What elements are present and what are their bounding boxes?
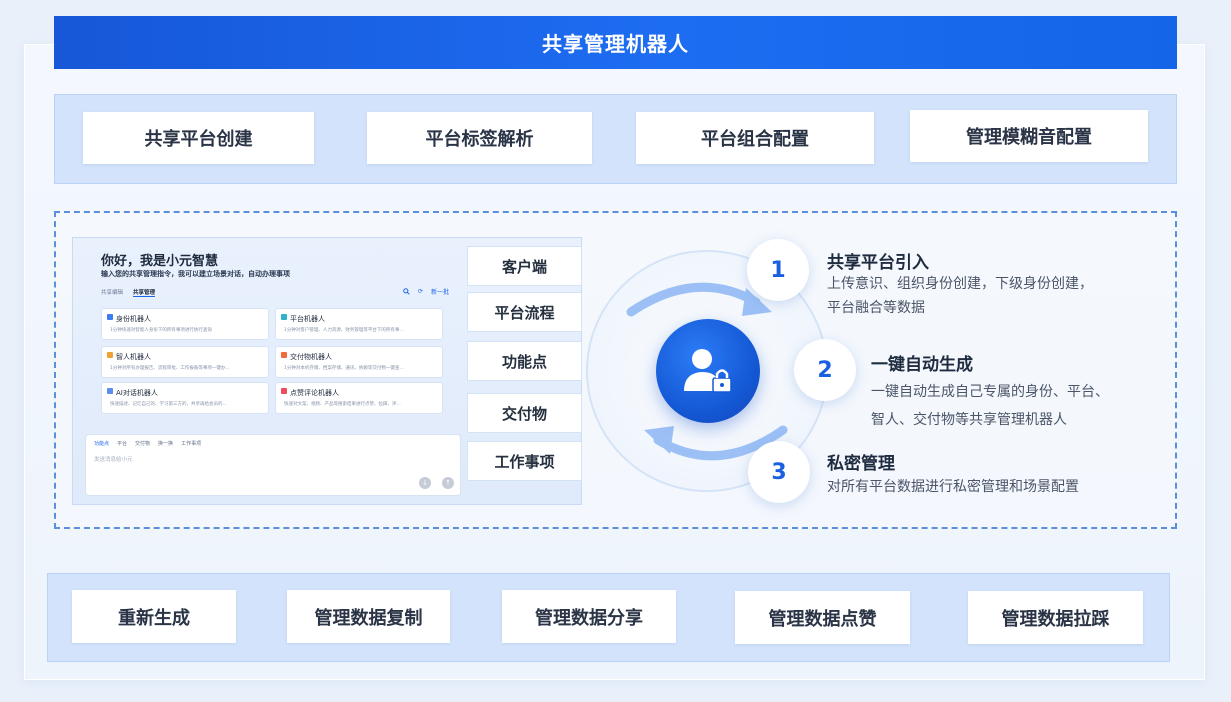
mockup-card-title: 身份机器人 bbox=[116, 315, 151, 323]
step-3-title: 私密管理 bbox=[827, 454, 895, 474]
mockup-tabs: 共享编辑 共享管理 bbox=[101, 288, 156, 297]
attach-icon[interactable]: ↓ bbox=[419, 477, 431, 489]
toolbar-feature[interactable]: 功能点 bbox=[94, 440, 109, 447]
step-1-desc-line-1: 上传意识、组织身份创建，下级身份创建， bbox=[827, 276, 1093, 292]
mockup-card-2[interactable]: 平台机器人 1分钟对客户管理、人力资源、财务管理等平台下的所有事... bbox=[275, 308, 443, 340]
mockup-card-desc: 1分钟对本机存储、档案存储、通讯、依赖等交付物一键查... bbox=[284, 366, 404, 371]
mockup-card-4[interactable]: 交付物机器人 1分钟对本机存储、档案存储、通讯、依赖等交付物一键查... bbox=[275, 346, 443, 378]
mockup-card-desc: 1分钟快速对智能人身份下的所有事项进行执行查询 bbox=[110, 328, 212, 333]
bottom-feature-3: 管理数据分享 bbox=[502, 590, 676, 643]
mockup-tab-edit[interactable]: 共享编辑 bbox=[101, 288, 123, 297]
platform-icon bbox=[281, 314, 287, 320]
mockup-card-5[interactable]: AI对话机器人 快速描述、记忆自己的、学习第三方的，共享再给会员的... bbox=[101, 382, 269, 414]
search-icon[interactable] bbox=[403, 288, 410, 295]
step-2-desc: 一键自动生成自己专属的身份、平台、 智人、交付物等共享管理机器人 bbox=[871, 378, 1109, 434]
mockup-card-title: 点赞评论机器人 bbox=[290, 389, 339, 397]
step-1-desc-line-2: 平台融合等数据 bbox=[827, 300, 925, 316]
side-tab-deliverable[interactable]: 交付物 bbox=[467, 393, 582, 433]
mockup-subtitle: 输入您的共享管理指令，我可以建立场景对话，自动办理事项 bbox=[101, 270, 290, 278]
mockup-card-title: 交付物机器人 bbox=[290, 353, 332, 361]
center-user-lock bbox=[656, 319, 760, 423]
deliverable-icon bbox=[281, 352, 287, 358]
mockup-right-actions: ⟳ 新一批 bbox=[403, 287, 449, 296]
mockup-input-panel[interactable]: 功能点 平台 交付物 换一换 工作事项 发送消息给小元 ↓ ↑ bbox=[85, 434, 461, 496]
mockup-refresh-label[interactable]: 新一批 bbox=[431, 287, 449, 296]
arrow-bottom-head bbox=[644, 426, 674, 454]
step-3-desc: 对所有平台数据进行私密管理和场景配置 bbox=[827, 475, 1079, 499]
step-3-desc-line-1: 对所有平台数据进行私密管理和场景配置 bbox=[827, 479, 1079, 495]
step-2-title: 一键自动生成 bbox=[871, 355, 973, 375]
like-comment-icon bbox=[281, 388, 287, 394]
bottom-feature-4: 管理数据点赞 bbox=[735, 591, 910, 644]
top-feature-3: 平台组合配置 bbox=[636, 112, 874, 164]
bottom-feature-2: 管理数据复制 bbox=[287, 590, 450, 643]
smart-person-icon bbox=[107, 352, 113, 358]
mockup-card-desc: 快速对文案、视频、产品等搜索结果进行点赞、拉踩、评... bbox=[284, 402, 401, 407]
user-lock-icon bbox=[684, 349, 732, 393]
side-tab-feature[interactable]: 功能点 bbox=[467, 341, 582, 381]
mockup-card-title: 智人机器人 bbox=[116, 353, 151, 361]
mockup-card-6[interactable]: 点赞评论机器人 快速对文案、视频、产品等搜索结果进行点赞、拉踩、评... bbox=[275, 382, 443, 414]
bottom-feature-5: 管理数据拉踩 bbox=[968, 591, 1143, 644]
side-tab-platform-flow[interactable]: 平台流程 bbox=[467, 292, 582, 332]
ai-chat-icon bbox=[107, 388, 113, 394]
mockup-card-title: 平台机器人 bbox=[290, 315, 325, 323]
step-2-number: 2 bbox=[794, 339, 856, 401]
step-1-desc: 上传意识、组织身份创建，下级身份创建， 平台融合等数据 bbox=[827, 272, 1093, 320]
toolbar-refresh[interactable]: 换一换 bbox=[158, 440, 173, 447]
page-title: 共享管理机器人 bbox=[54, 16, 1177, 69]
send-icon[interactable]: ↑ bbox=[442, 477, 454, 489]
bottom-feature-1: 重新生成 bbox=[72, 590, 236, 643]
mockup-card-1[interactable]: 身份机器人 1分钟快速对智能人身份下的所有事项进行执行查询 bbox=[101, 308, 269, 340]
step-2-desc-line-2: 智人、交付物等共享管理机器人 bbox=[871, 412, 1067, 428]
top-feature-4: 管理模糊音配置 bbox=[910, 110, 1148, 162]
step-3-number: 3 bbox=[748, 441, 810, 503]
step-1-title: 共享平台引入 bbox=[827, 253, 929, 273]
mockup-greeting: 你好，我是小元智慧 bbox=[101, 254, 219, 269]
toolbar-work-items[interactable]: 工作事项 bbox=[181, 440, 201, 447]
arrow-top bbox=[626, 282, 761, 317]
mockup-card-title: AI对话机器人 bbox=[116, 389, 158, 397]
mockup-card-desc: 快速描述、记忆自己的、学习第三方的，共享再给会员的... bbox=[110, 402, 227, 407]
top-feature-1: 共享平台创建 bbox=[83, 112, 314, 164]
side-tab-work-items[interactable]: 工作事项 bbox=[467, 441, 582, 481]
mockup-input-placeholder[interactable]: 发送消息给小元 bbox=[94, 455, 133, 463]
mockup-tab-manage[interactable]: 共享管理 bbox=[133, 288, 156, 297]
top-feature-2: 平台标签解析 bbox=[367, 112, 592, 164]
toolbar-deliverable[interactable]: 交付物 bbox=[135, 440, 150, 447]
mockup-toolbar: 功能点 平台 交付物 换一换 工作事项 bbox=[94, 440, 201, 447]
identity-icon bbox=[107, 314, 113, 320]
side-tab-client[interactable]: 客户端 bbox=[467, 246, 582, 286]
refresh-icon[interactable]: ⟳ bbox=[418, 288, 423, 295]
mockup-card-desc: 1分钟对所有办理报告、流程审批、工作报备等事项一键办... bbox=[110, 366, 230, 371]
toolbar-platform[interactable]: 平台 bbox=[117, 440, 127, 447]
mockup-card-3[interactable]: 智人机器人 1分钟对所有办理报告、流程审批、工作报备等事项一键办... bbox=[101, 346, 269, 378]
step-1-number: 1 bbox=[747, 239, 809, 301]
mockup-card-desc: 1分钟对客户管理、人力资源、财务管理等平台下的所有事... bbox=[284, 328, 404, 333]
step-2-desc-line-1: 一键自动生成自己专属的身份、平台、 bbox=[871, 384, 1109, 400]
